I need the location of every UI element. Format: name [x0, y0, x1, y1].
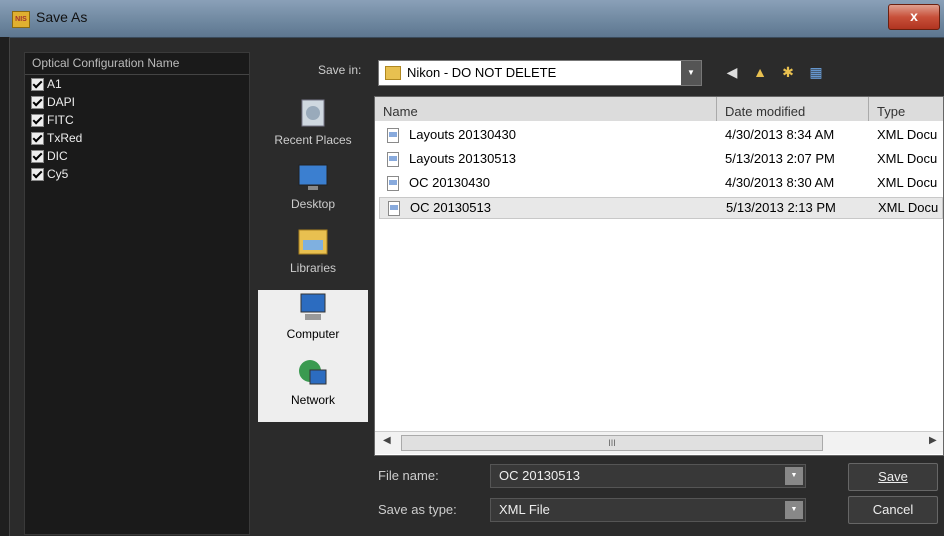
- checkbox-checked-icon[interactable]: [31, 131, 44, 145]
- chevron-down-icon[interactable]: ▼: [785, 501, 803, 519]
- back-icon[interactable]: ◀: [724, 64, 740, 80]
- file-row-selected[interactable]: OC 20130513 5/13/2013 2:13 PM XML Docu: [379, 197, 943, 219]
- title-bar: NIS Save As x: [0, 0, 944, 38]
- place-label: Libraries: [289, 261, 337, 275]
- file-row[interactable]: OC 20130430 4/30/2013 8:30 AM XML Docu: [379, 173, 943, 195]
- horizontal-scrollbar[interactable]: ◀ III ▶: [375, 431, 943, 454]
- optical-configuration-header: Optical Configuration Name: [25, 53, 249, 75]
- computer-icon: [300, 293, 326, 320]
- config-item-a1[interactable]: A1: [25, 75, 249, 93]
- new-folder-icon[interactable]: ✱: [780, 64, 796, 80]
- xml-file-icon: [388, 201, 400, 216]
- scrollbar-thumb[interactable]: III: [401, 435, 823, 451]
- desktop-icon: [298, 164, 328, 190]
- save-in-label: Save in:: [318, 63, 362, 77]
- xml-file-icon: [387, 128, 399, 143]
- place-label: Desktop: [290, 197, 336, 211]
- file-row[interactable]: Layouts 20130430 4/30/2013 8:34 AM XML D…: [379, 125, 943, 147]
- config-item-label: Cy5: [47, 167, 69, 181]
- place-recent-places[interactable]: Recent Places: [258, 96, 368, 147]
- file-type: XML Docu: [877, 151, 938, 166]
- config-item-cy5[interactable]: Cy5: [25, 165, 249, 183]
- place-network[interactable]: Network: [258, 356, 368, 422]
- view-menu-icon[interactable]: ▦: [808, 64, 824, 80]
- save-as-type-label: Save as type:: [378, 502, 457, 517]
- place-label: Recent Places: [274, 133, 352, 147]
- save-button-label: Save: [878, 469, 908, 484]
- file-date: 5/13/2013 2:07 PM: [725, 151, 835, 166]
- file-list[interactable]: Name Date modified Type Layouts 20130430…: [374, 96, 944, 456]
- close-button[interactable]: x: [888, 4, 940, 30]
- place-label: Computer: [286, 327, 340, 341]
- window-title: Save As: [36, 9, 88, 25]
- file-name: Layouts 20130513: [409, 151, 516, 166]
- file-date: 4/30/2013 8:30 AM: [725, 175, 835, 190]
- recent-places-icon: [301, 99, 325, 127]
- config-item-dic[interactable]: DIC: [25, 147, 249, 165]
- nis-app-icon: NIS: [12, 11, 30, 28]
- save-in-dropdown[interactable]: Nikon - DO NOT DELETE ▼: [378, 60, 702, 86]
- file-type: XML Docu: [877, 175, 938, 190]
- folder-icon: [385, 66, 401, 80]
- place-libraries[interactable]: Libraries: [258, 224, 368, 275]
- checkbox-checked-icon[interactable]: [31, 149, 44, 163]
- xml-file-icon: [387, 152, 399, 167]
- checkbox-checked-icon[interactable]: [31, 77, 44, 91]
- config-item-txred[interactable]: TxRed: [25, 129, 249, 147]
- config-item-dapi[interactable]: DAPI: [25, 93, 249, 111]
- place-desktop[interactable]: Desktop: [258, 160, 368, 211]
- xml-file-icon: [387, 176, 399, 191]
- config-item-label: A1: [47, 77, 62, 91]
- libraries-icon: [298, 229, 328, 255]
- place-computer[interactable]: Computer: [258, 290, 368, 356]
- column-header-type[interactable]: Type: [869, 97, 943, 121]
- column-header-date-modified[interactable]: Date modified: [717, 97, 869, 121]
- optical-configuration-panel: Optical Configuration Name A1 DAPI FITC …: [24, 52, 250, 535]
- cancel-button[interactable]: Cancel: [848, 496, 938, 524]
- checkbox-checked-icon[interactable]: [31, 113, 44, 127]
- file-date: 5/13/2013 2:13 PM: [726, 200, 836, 215]
- file-row[interactable]: Layouts 20130513 5/13/2013 2:07 PM XML D…: [379, 149, 943, 171]
- column-header-name[interactable]: Name: [375, 97, 717, 121]
- chevron-down-icon[interactable]: ▼: [681, 61, 701, 85]
- file-date: 4/30/2013 8:34 AM: [725, 127, 835, 142]
- save-in-value: Nikon - DO NOT DELETE: [407, 65, 557, 80]
- config-item-label: DAPI: [47, 95, 76, 109]
- window-left-edge: [0, 37, 10, 536]
- save-as-type-select[interactable]: XML File ▼: [490, 498, 806, 522]
- save-button[interactable]: Save: [848, 463, 938, 491]
- config-item-label: DIC: [47, 149, 68, 163]
- config-item-label: FITC: [47, 113, 74, 127]
- network-icon: [299, 360, 327, 385]
- up-folder-icon[interactable]: ▲: [752, 64, 768, 80]
- checkbox-checked-icon[interactable]: [31, 167, 44, 181]
- file-name: OC 20130513: [410, 200, 491, 215]
- file-type: XML Docu: [877, 127, 938, 142]
- places-bar: Recent Places Desktop Libraries Computer…: [258, 88, 368, 424]
- config-item-fitc[interactable]: FITC: [25, 111, 249, 129]
- save-as-type-value: XML File: [499, 502, 550, 517]
- file-name-value: OC 20130513: [499, 468, 580, 483]
- file-name-label: File name:: [378, 468, 439, 483]
- file-name: Layouts 20130430: [409, 127, 516, 142]
- cancel-button-label: Cancel: [872, 502, 914, 517]
- file-name-input[interactable]: OC 20130513 ▼: [490, 464, 806, 488]
- file-name: OC 20130430: [409, 175, 490, 190]
- checkbox-checked-icon[interactable]: [31, 95, 44, 109]
- scroll-left-icon[interactable]: ◀: [383, 435, 391, 446]
- chevron-down-icon[interactable]: ▼: [785, 467, 803, 485]
- place-label: Network: [290, 393, 335, 407]
- scroll-right-icon[interactable]: ▶: [929, 435, 937, 446]
- config-item-label: TxRed: [47, 131, 83, 145]
- file-type: XML Docu: [878, 200, 939, 215]
